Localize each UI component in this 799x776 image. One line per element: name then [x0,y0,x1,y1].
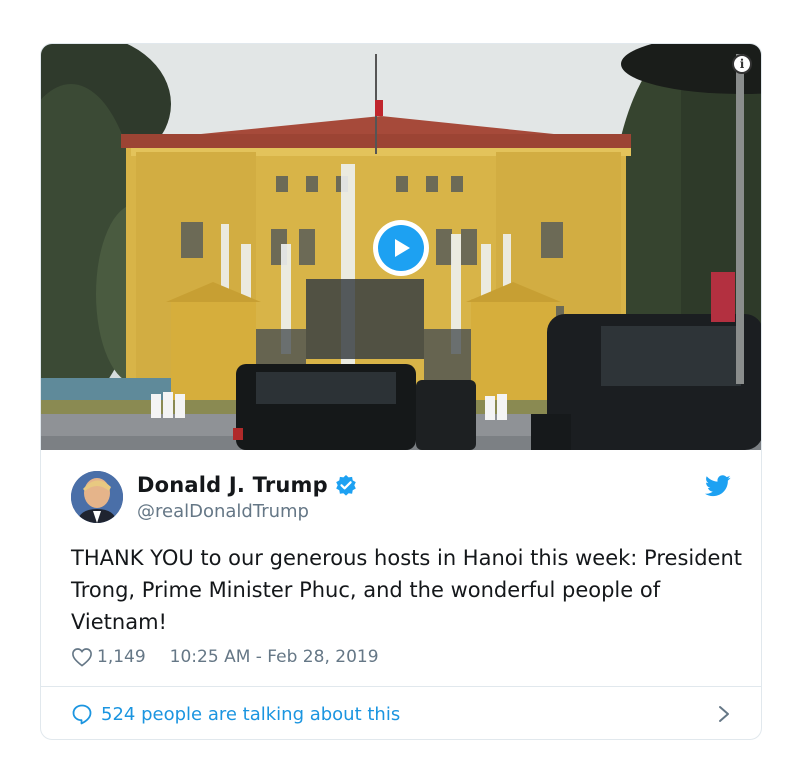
speech-bubble-icon [72,704,92,725]
talking-about-label[interactable]: 524 people are talking about this [101,704,717,725]
play-icon [378,225,424,271]
tweet-card[interactable]: i Donald J. Trump @realDonaldTrump THANK… [40,43,762,740]
twitter-bird-icon[interactable] [705,475,731,497]
info-icon[interactable]: i [732,54,752,74]
chevron-right-icon[interactable] [717,704,731,724]
tweet-header: Donald J. Trump @realDonaldTrump [71,471,731,525]
author-info[interactable]: Donald J. Trump @realDonaldTrump [137,471,357,522]
author-handle[interactable]: @realDonaldTrump [137,501,357,522]
heart-icon[interactable] [71,647,93,667]
tweet-text: THANK YOU to our generous hosts in Hanoi… [71,546,743,634]
author-display-name[interactable]: Donald J. Trump [137,473,328,497]
tweet-meta: 1,149 10:25 AM - Feb 28, 2019 [71,645,379,669]
play-button[interactable] [373,220,429,276]
like-count[interactable]: 1,149 [97,647,146,667]
verified-badge-icon [336,475,356,496]
tweet-timestamp[interactable]: 10:25 AM - Feb 28, 2019 [170,647,379,667]
tweet-video[interactable]: i [41,44,761,450]
avatar[interactable] [71,471,123,523]
conversation-link[interactable]: 524 people are talking about this [41,687,761,739]
